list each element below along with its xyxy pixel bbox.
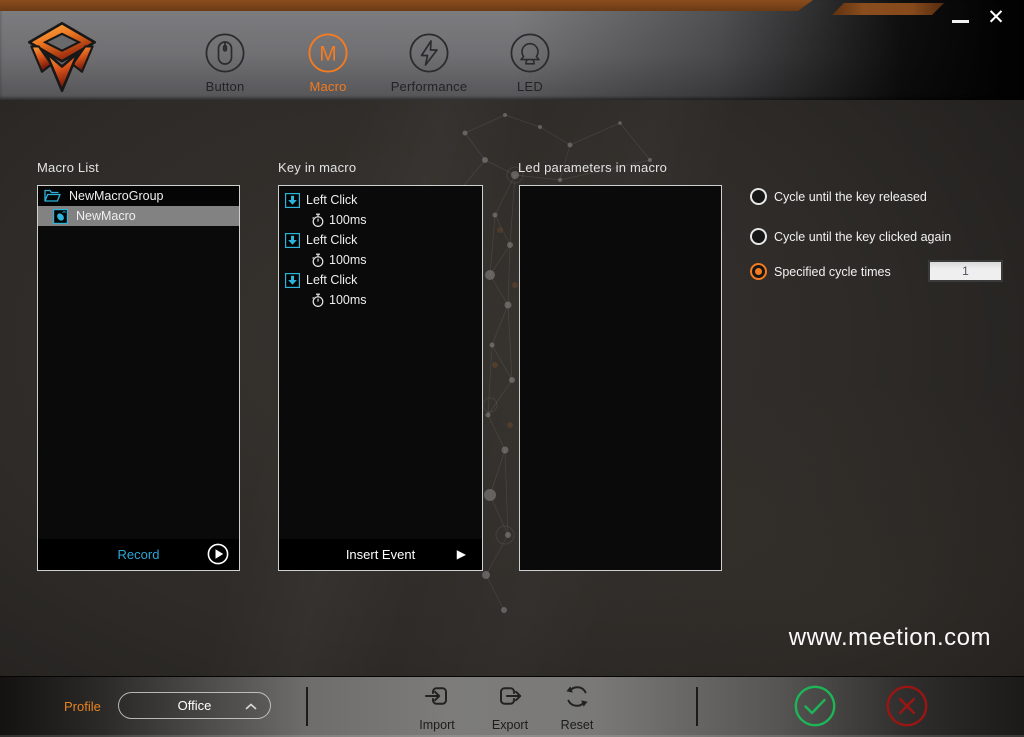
macro-group-label: NewMacroGroup bbox=[69, 189, 163, 203]
macro-item-label: NewMacro bbox=[76, 209, 136, 223]
tab-led-label: LED bbox=[475, 79, 585, 94]
header-bar: Button M Macro Performance LED bbox=[0, 0, 1024, 100]
tab-performance[interactable]: Performance bbox=[374, 33, 484, 94]
import-button[interactable]: Import bbox=[402, 681, 472, 732]
key-down-icon bbox=[285, 233, 300, 248]
check-icon bbox=[794, 685, 836, 727]
export-label: Export bbox=[475, 718, 545, 732]
radio-icon bbox=[750, 228, 767, 245]
macro-item-row[interactable]: NewMacro bbox=[38, 206, 239, 226]
close-button[interactable]: ✕ bbox=[980, 2, 1012, 34]
key-in-macro-panel: Left Click 100ms bbox=[278, 185, 483, 571]
footer-divider bbox=[306, 687, 308, 726]
reset-icon bbox=[562, 681, 592, 711]
event-delay-label: 100ms bbox=[329, 293, 367, 307]
timer-icon bbox=[311, 213, 325, 228]
macro-list-panel: NewMacroGroup NewMacro Record bbox=[37, 185, 240, 571]
main-content: Macro List Key in macro Led parameters i… bbox=[0, 100, 1024, 676]
cycle-times-input[interactable] bbox=[928, 260, 1003, 282]
import-label: Import bbox=[402, 718, 472, 732]
apply-button[interactable] bbox=[794, 685, 836, 727]
play-icon[interactable] bbox=[207, 543, 229, 565]
macro-m-icon: M bbox=[308, 33, 348, 73]
radio-cycle-until-released[interactable]: Cycle until the key released bbox=[750, 188, 927, 205]
event-delay-label: 100ms bbox=[329, 213, 367, 227]
event-action-label: Left Click bbox=[306, 233, 357, 247]
record-bar[interactable]: Record bbox=[38, 539, 239, 570]
led-params-panel bbox=[519, 185, 722, 571]
event-delay-row[interactable]: 100ms bbox=[279, 250, 482, 270]
folder-icon bbox=[44, 189, 61, 203]
radio-label: Specified cycle times bbox=[774, 265, 891, 279]
macro-list-title: Macro List bbox=[37, 160, 99, 175]
key-down-icon bbox=[285, 193, 300, 208]
minimize-button[interactable] bbox=[948, 8, 974, 32]
website-text: www.meetion.com bbox=[789, 624, 991, 652]
radio-label: Cycle until the key clicked again bbox=[774, 230, 951, 244]
event-action-label: Left Click bbox=[306, 193, 357, 207]
cancel-button[interactable] bbox=[886, 685, 928, 727]
event-delay-row[interactable]: 100ms bbox=[279, 210, 482, 230]
chevron-up-icon bbox=[245, 703, 257, 710]
tab-macro[interactable]: M Macro bbox=[273, 33, 383, 94]
titlebar-accent-parallelogram bbox=[832, 3, 944, 15]
timer-icon bbox=[311, 293, 325, 308]
insert-event-bar[interactable]: Insert Event ▶ bbox=[279, 539, 482, 570]
export-button[interactable]: Export bbox=[475, 681, 545, 732]
import-icon bbox=[422, 681, 452, 711]
tab-button[interactable]: Button bbox=[170, 33, 280, 94]
led-params-title: Led parameters in macro bbox=[518, 160, 667, 175]
footer-divider bbox=[696, 687, 698, 726]
record-label: Record bbox=[118, 547, 160, 562]
key-down-icon bbox=[285, 273, 300, 288]
event-list: Left Click 100ms bbox=[279, 186, 482, 310]
timer-icon bbox=[311, 253, 325, 268]
profile-value: Office bbox=[178, 698, 212, 713]
radio-cycle-until-clicked-again[interactable]: Cycle until the key clicked again bbox=[750, 228, 951, 245]
insert-event-arrow-icon: ▶ bbox=[457, 547, 466, 561]
profile-dropdown[interactable]: Office bbox=[118, 692, 271, 719]
tab-button-label: Button bbox=[170, 79, 280, 94]
event-action-row[interactable]: Left Click bbox=[279, 270, 482, 290]
reset-button[interactable]: Reset bbox=[542, 681, 612, 732]
profile-label: Profile bbox=[64, 699, 101, 714]
titlebar-accent-strip bbox=[0, 0, 820, 11]
x-icon bbox=[886, 685, 928, 727]
key-in-macro-title: Key in macro bbox=[278, 160, 356, 175]
radio-icon bbox=[750, 188, 767, 205]
event-action-row[interactable]: Left Click bbox=[279, 190, 482, 210]
tab-led[interactable]: LED bbox=[475, 33, 585, 94]
svg-text:M: M bbox=[319, 43, 337, 66]
event-action-row[interactable]: Left Click bbox=[279, 230, 482, 250]
tab-macro-label: Macro bbox=[273, 79, 383, 94]
mouse-icon bbox=[205, 33, 245, 73]
radio-label: Cycle until the key released bbox=[774, 190, 927, 204]
app-window: Button M Macro Performance LED bbox=[0, 0, 1024, 737]
led-lamp-icon bbox=[510, 33, 550, 73]
lightning-icon bbox=[409, 33, 449, 73]
tab-performance-label: Performance bbox=[374, 79, 484, 94]
event-delay-label: 100ms bbox=[329, 253, 367, 267]
macro-item-icon bbox=[53, 209, 68, 224]
reset-label: Reset bbox=[542, 718, 612, 732]
radio-specified-cycle-times[interactable]: Specified cycle times bbox=[750, 263, 891, 280]
macro-group-row[interactable]: NewMacroGroup bbox=[38, 186, 239, 206]
insert-event-label: Insert Event bbox=[346, 547, 415, 562]
event-delay-row[interactable]: 100ms bbox=[279, 290, 482, 310]
brand-logo bbox=[24, 18, 100, 96]
event-action-label: Left Click bbox=[306, 273, 357, 287]
minimize-icon bbox=[952, 20, 969, 23]
export-icon bbox=[495, 681, 525, 711]
radio-icon bbox=[750, 263, 767, 280]
